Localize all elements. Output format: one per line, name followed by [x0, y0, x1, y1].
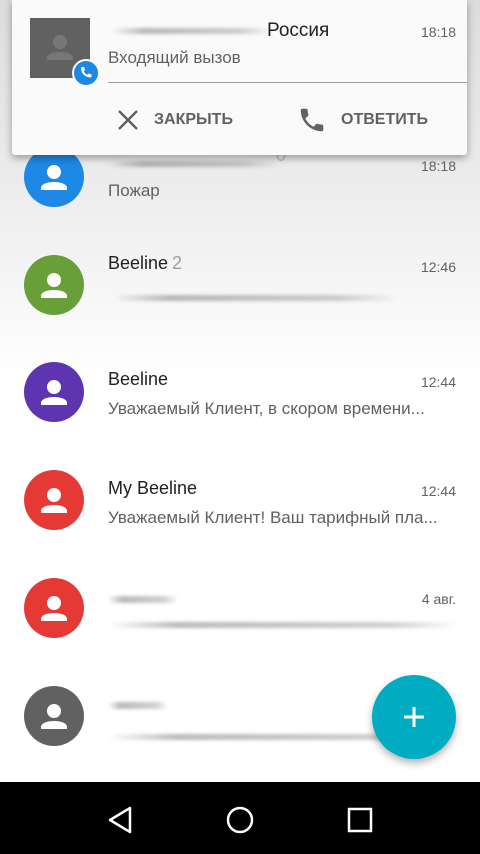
- recents-icon: [347, 807, 373, 833]
- conversation-snippet: Пожар: [108, 181, 160, 200]
- new-message-button[interactable]: [372, 675, 456, 759]
- redacted-name: [108, 596, 178, 603]
- home-button[interactable]: [220, 800, 260, 840]
- redacted-name: [108, 702, 168, 709]
- navigation-bar: [0, 782, 480, 854]
- redacted-caller-number: [112, 28, 272, 34]
- conversation-row[interactable]: My Beeline 12:44 Уважаемый Клиент! Ваш т…: [0, 446, 480, 554]
- home-icon: [226, 806, 254, 834]
- conversation-row[interactable]: Beeline 12:44 Уважаемый Клиент, в скором…: [0, 338, 480, 446]
- contact-avatar: [24, 686, 84, 746]
- phone-icon: [300, 108, 324, 132]
- contact-avatar: [24, 255, 84, 315]
- conversation-name: My Beeline: [108, 478, 198, 498]
- call-badge: [72, 59, 100, 87]
- dismiss-call-button[interactable]: ЗАКРЫТЬ: [116, 98, 233, 142]
- conversation-time: 4 авг.: [421, 591, 456, 607]
- conversation-name-text: Beeline: [108, 253, 169, 273]
- divider: [108, 82, 467, 83]
- plus-icon: [404, 707, 424, 727]
- conversation-time: 12:46: [420, 259, 456, 275]
- conversation-time: 12:44: [420, 483, 456, 499]
- phone-icon: [81, 67, 92, 78]
- conversation-name: Beeline: [108, 369, 169, 389]
- caller-name: Россия: [267, 20, 330, 41]
- person-icon: [41, 596, 67, 621]
- person-icon: [41, 165, 67, 190]
- conversation-name: Beeline 2: [108, 253, 182, 274]
- redacted-name: [108, 161, 278, 167]
- conversation-time: 18:18: [420, 158, 456, 174]
- person-icon: [41, 704, 67, 729]
- back-icon: [108, 806, 132, 834]
- conversation-snippet: Уважаемый Клиент! Ваш тарифный пла...: [108, 508, 438, 527]
- redacted-snippet: [108, 622, 460, 628]
- dismiss-call-label: ЗАКРЫТЬ: [154, 111, 233, 128]
- notification-text: Входящий вызов: [108, 48, 241, 67]
- incoming-call-notification[interactable]: Россия 18:18 Входящий вызов ЗАКРЫТЬ ОТВЕ…: [12, 0, 467, 155]
- answer-call-label: ОТВЕТИТЬ: [341, 111, 428, 128]
- contact-avatar: [24, 147, 84, 207]
- redacted-snippet: [112, 295, 397, 301]
- notification-time: 18:18: [420, 24, 456, 40]
- recents-button[interactable]: [340, 800, 380, 840]
- contact-avatar: [24, 470, 84, 530]
- person-icon: [41, 380, 67, 405]
- contact-avatar: [24, 578, 84, 638]
- conversation-snippet: Уважаемый Клиент, в скором времени...: [108, 399, 425, 418]
- back-button[interactable]: [100, 800, 140, 840]
- conversation-count: 2: [172, 253, 183, 273]
- person-icon: [41, 273, 67, 298]
- contact-avatar: [24, 362, 84, 422]
- close-icon: [118, 110, 138, 130]
- conversation-row[interactable]: Beeline 2 12:46: [0, 231, 480, 339]
- answer-call-button[interactable]: ОТВЕТИТЬ: [297, 98, 428, 142]
- person-icon: [41, 488, 67, 513]
- conversation-row[interactable]: 4 авг.: [0, 554, 480, 662]
- conversation-time: 12:44: [420, 374, 456, 390]
